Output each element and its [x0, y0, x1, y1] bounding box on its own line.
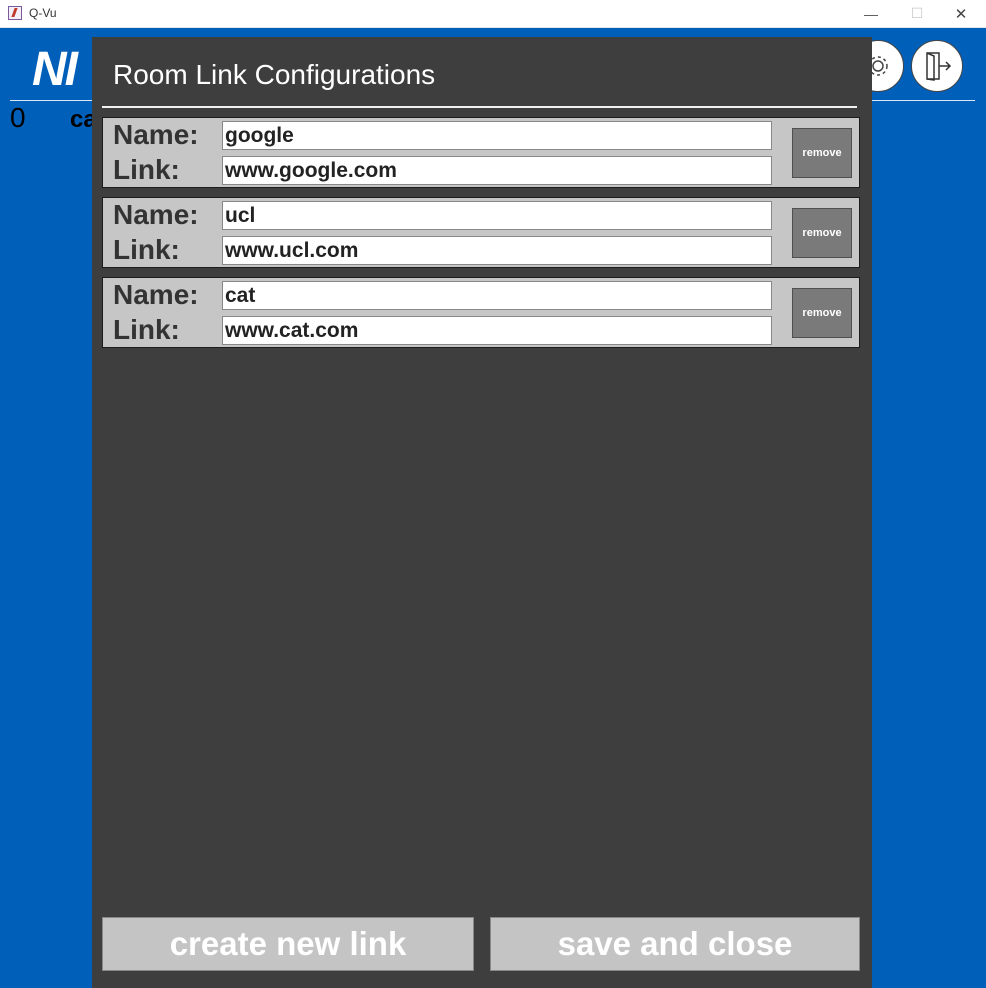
dialog-title: Room Link Configurations	[113, 59, 436, 90]
maximize-icon[interactable]: ☐	[894, 0, 940, 27]
logout-icon	[926, 52, 952, 81]
link-field[interactable]	[222, 156, 772, 185]
window-title-bar: Q-Vu — ☐ ✕	[0, 0, 986, 28]
window-title: Q-Vu	[29, 6, 57, 20]
link-label: Link:	[113, 154, 180, 185]
java-app-icon	[8, 6, 22, 20]
name-label: Name:	[113, 199, 199, 230]
link-field[interactable]	[222, 236, 772, 265]
name-field[interactable]	[222, 121, 772, 150]
link-row: Name: Link: remove	[102, 197, 860, 268]
logout-button[interactable]	[911, 40, 963, 92]
app-logo: NI	[32, 43, 78, 96]
link-label: Link:	[113, 234, 180, 265]
minimize-icon[interactable]: —	[848, 0, 894, 27]
remove-button[interactable]: remove	[792, 128, 852, 178]
link-field[interactable]	[222, 316, 772, 345]
close-icon[interactable]: ✕	[938, 0, 984, 27]
remove-button[interactable]: remove	[792, 208, 852, 258]
name-label: Name:	[113, 119, 199, 150]
room-count: 0	[10, 102, 26, 133]
link-row: Name: Link: remove	[102, 277, 860, 348]
name-field[interactable]	[222, 201, 772, 230]
create-new-link-button[interactable]: create new link	[102, 917, 474, 971]
room-link-dialog: Room Link Configurations Name: Link: rem…	[92, 37, 872, 988]
link-label: Link:	[113, 314, 180, 345]
name-field[interactable]	[222, 281, 772, 310]
title-divider	[102, 106, 857, 108]
remove-button[interactable]: remove	[792, 288, 852, 338]
name-label: Name:	[113, 279, 199, 310]
save-and-close-button[interactable]: save and close	[490, 917, 860, 971]
link-row: Name: Link: remove	[102, 117, 860, 188]
